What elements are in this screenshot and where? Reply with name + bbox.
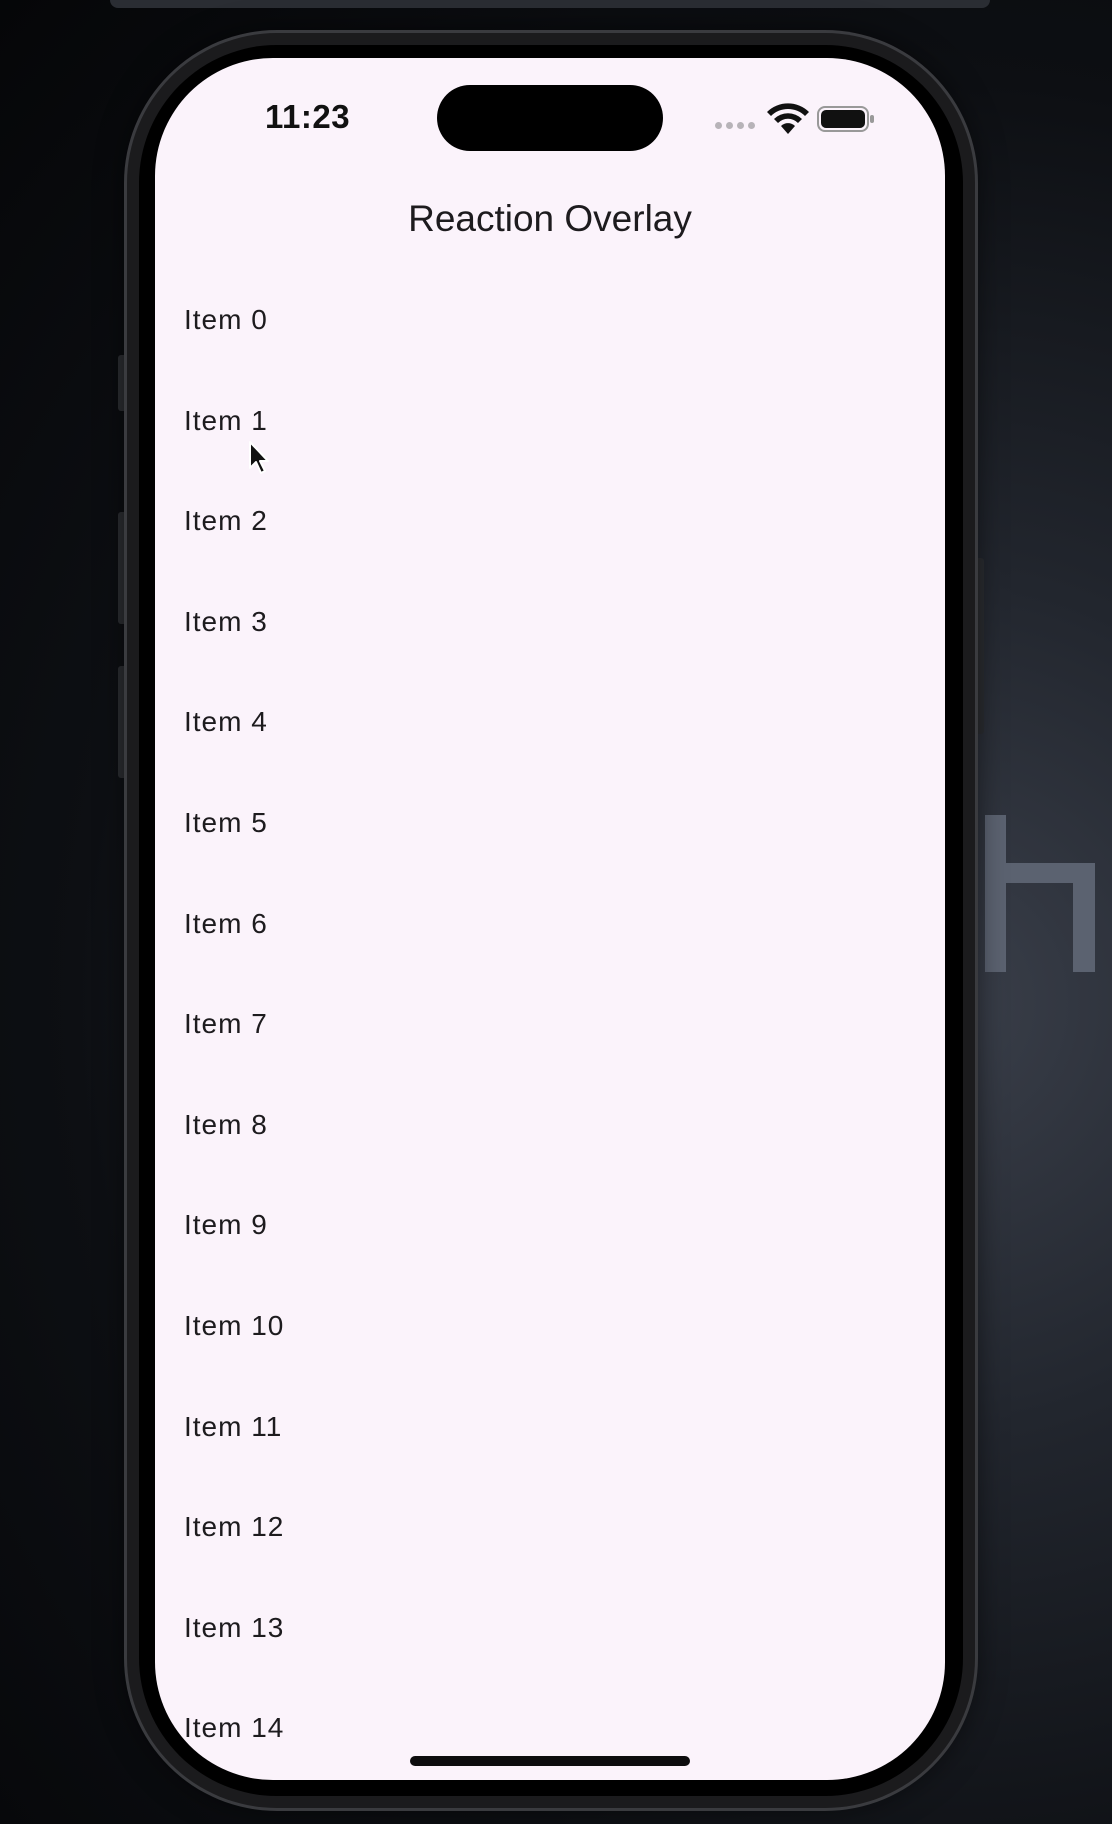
window-top-bar — [110, 0, 990, 8]
battery-icon — [817, 106, 874, 132]
list-item[interactable]: Item 5 — [155, 783, 945, 884]
list-item-label: Item 12 — [184, 1511, 285, 1543]
list-item-label: Item 1 — [184, 404, 268, 436]
list-item-label: Item 14 — [184, 1712, 285, 1744]
list-item-label: Item 9 — [184, 1209, 268, 1241]
list-item-label: Item 3 — [184, 605, 268, 637]
list-item-label: Item 7 — [184, 1008, 268, 1040]
power-button — [975, 558, 984, 734]
list-item[interactable]: Item 4 — [155, 682, 945, 783]
list-item-label: Item 6 — [184, 907, 268, 939]
list-item-label: Item 0 — [184, 304, 268, 335]
status-time: 11:23 — [265, 98, 351, 135]
list-item-label: Item 2 — [184, 505, 268, 537]
home-indicator[interactable] — [410, 1756, 690, 1766]
list-item[interactable]: Item 2 — [155, 481, 945, 582]
list-item[interactable]: Item 1 — [155, 381, 945, 482]
volume-down-button — [118, 666, 127, 778]
list-item-label: Item 11 — [184, 1410, 283, 1442]
page-title: Reaction Overlay — [408, 198, 692, 239]
signal-dots-icon — [715, 122, 759, 130]
list-item-label: Item 13 — [184, 1611, 285, 1643]
list-item-label: Item 4 — [184, 706, 268, 738]
list-item[interactable]: Item 10 — [155, 1286, 945, 1387]
list-item[interactable]: Item 0 — [155, 280, 945, 381]
list-item[interactable]: Item 12 — [155, 1487, 945, 1588]
list-item[interactable]: Item 14 — [155, 1688, 945, 1780]
action-button — [118, 355, 127, 411]
list-item-label: Item 5 — [184, 806, 268, 838]
list-item[interactable]: Item 8 — [155, 1085, 945, 1186]
app-screen: 11:23 Reaction Overlay Item 0 Item 1 Ite… — [155, 58, 945, 1780]
status-bar: 11:23 — [155, 58, 945, 178]
list-item-label: Item 8 — [184, 1108, 268, 1140]
list-item-label: Item 10 — [184, 1309, 285, 1341]
item-list: Item 0 Item 1 Item 2 Item 3 Item 4 Item … — [155, 280, 945, 1780]
background-letter-graphic — [985, 815, 1095, 972]
mouse-cursor-icon — [249, 441, 269, 474]
list-item[interactable]: Item 6 — [155, 884, 945, 985]
wifi-icon — [767, 103, 809, 134]
volume-up-button — [118, 512, 127, 624]
dynamic-island — [437, 85, 663, 151]
list-item[interactable]: Item 13 — [155, 1588, 945, 1689]
list-item[interactable]: Item 3 — [155, 582, 945, 683]
list-item[interactable]: Item 9 — [155, 1185, 945, 1286]
list-item[interactable]: Item 11 — [155, 1387, 945, 1488]
list-item[interactable]: Item 7 — [155, 984, 945, 1085]
